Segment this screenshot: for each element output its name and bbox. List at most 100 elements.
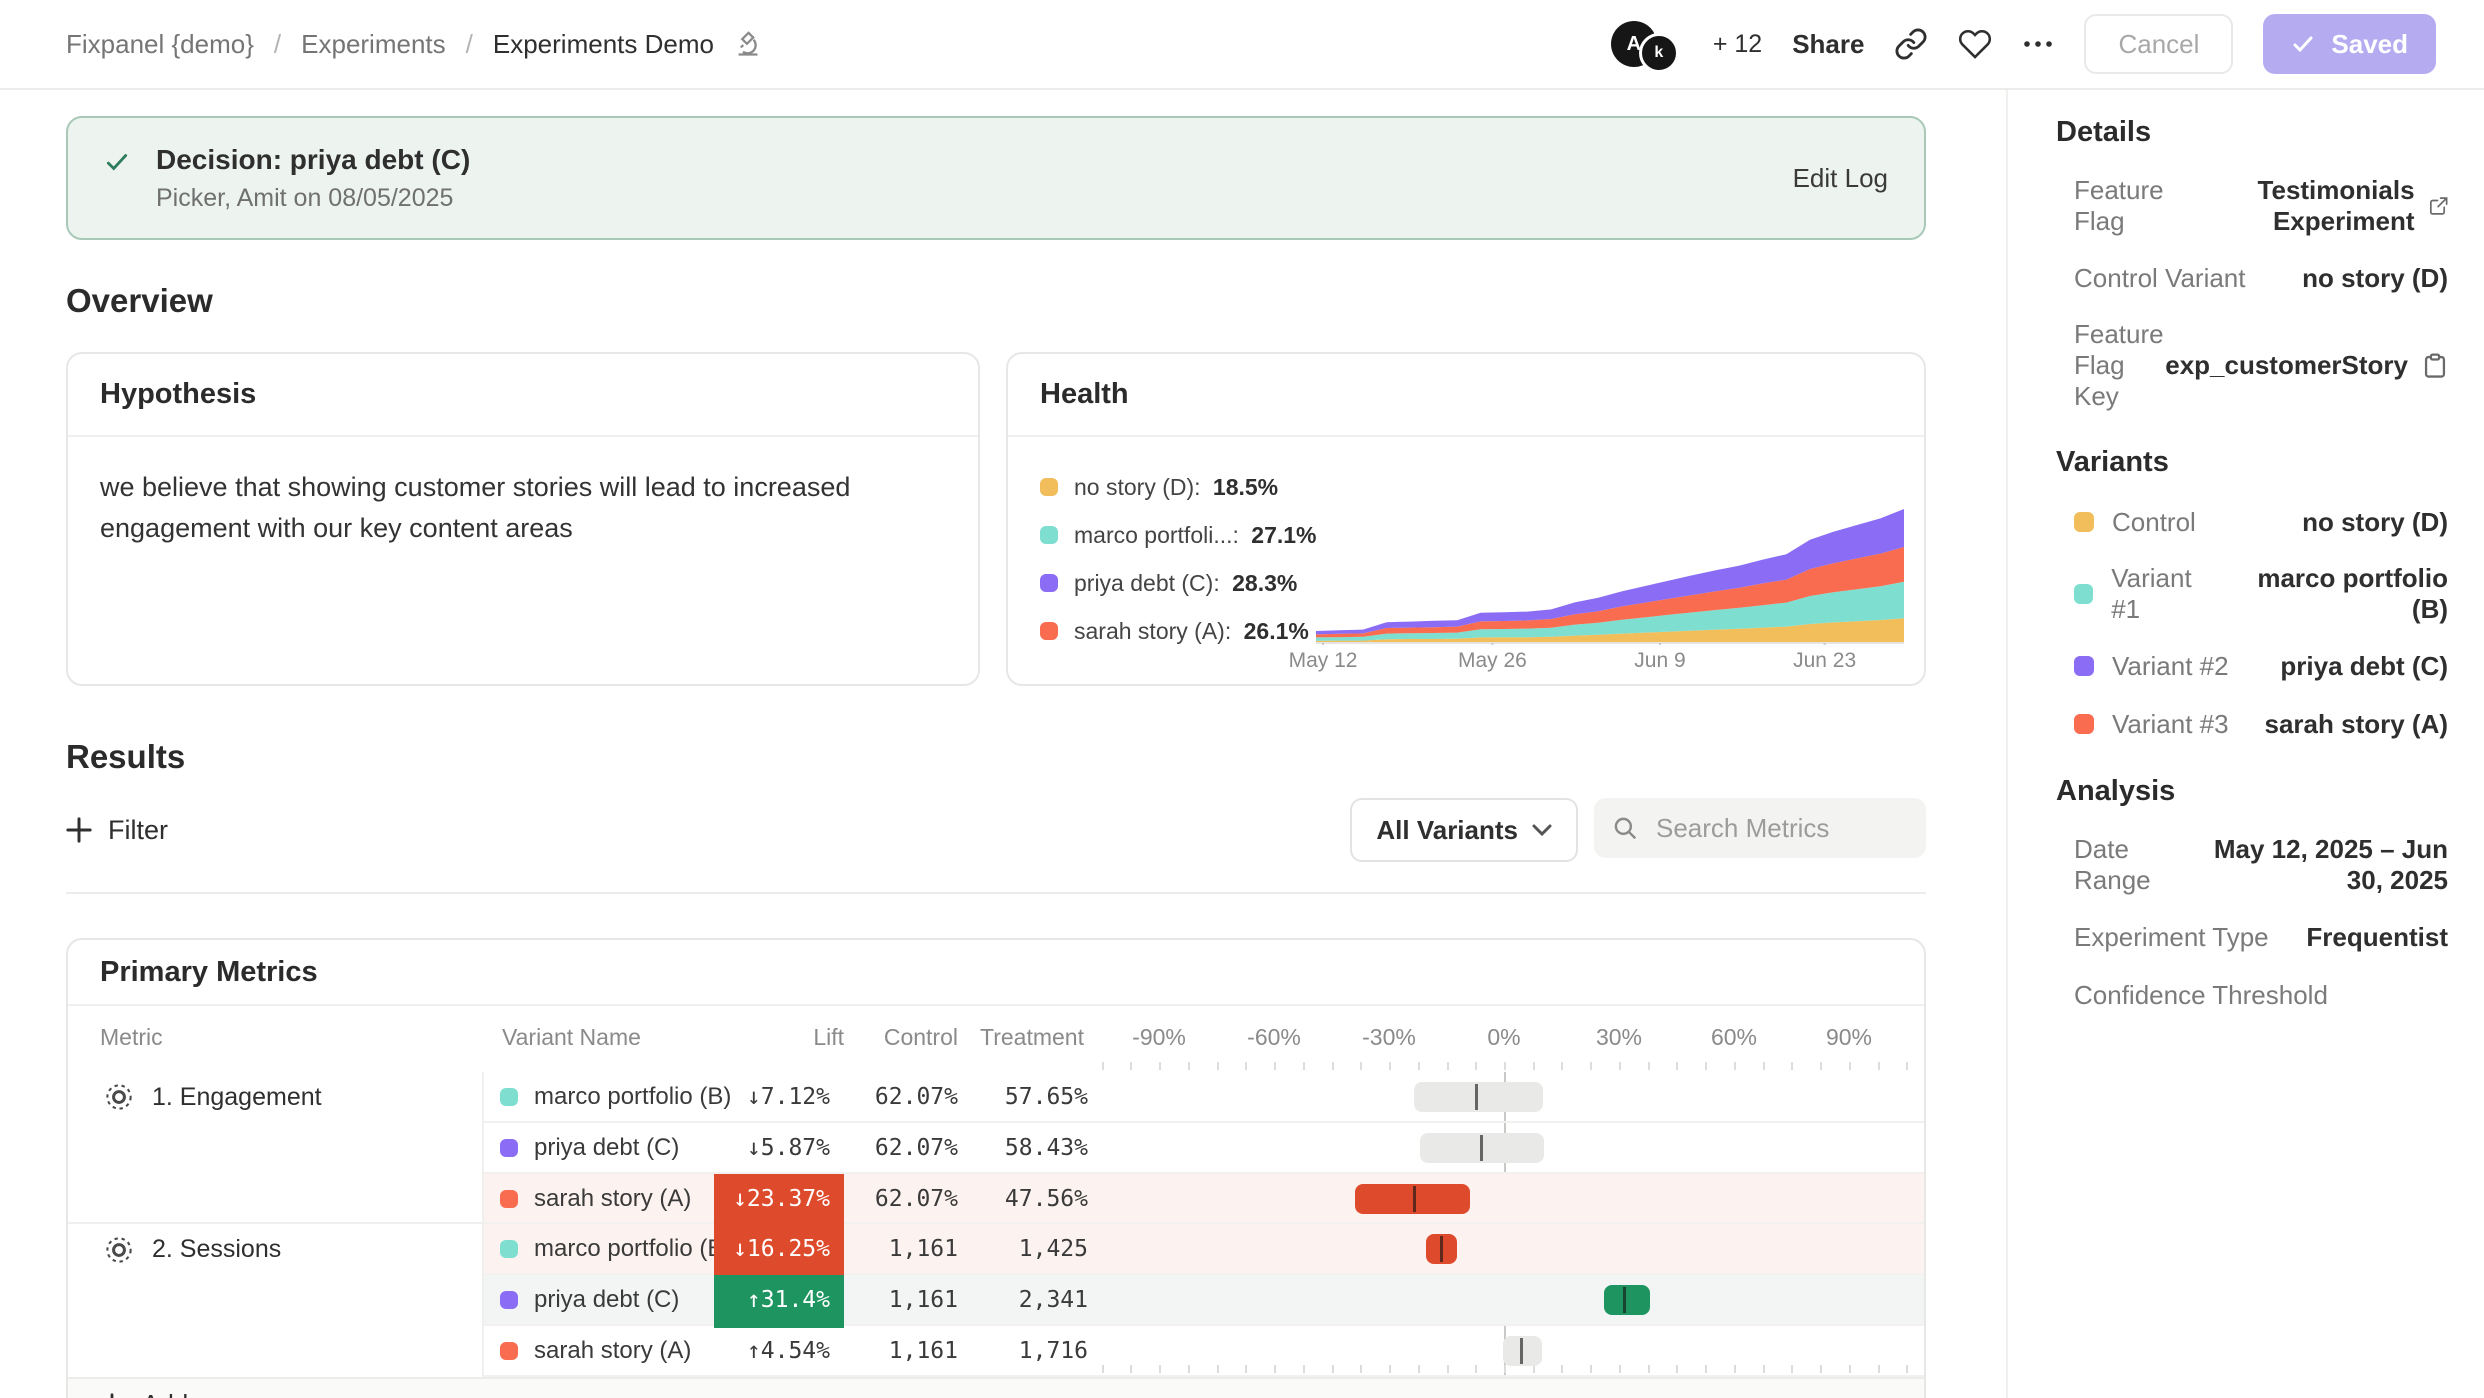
x-axis-label: Jun 23 <box>1793 649 1856 673</box>
more-options-icon[interactable] <box>2022 28 2054 60</box>
sidebar-row: Variant #1marco portfolio (B) <box>2074 563 2448 625</box>
breadcrumb-item-current: Experiments Demo <box>493 29 714 60</box>
sidebar-section-analysis: Analysis Date RangeMay 12, 2025 – Jun 30… <box>2056 775 2448 1012</box>
row-label: Date Range <box>2074 834 2182 896</box>
variant-chip <box>500 1291 518 1309</box>
breadcrumb-item-workspace[interactable]: Fixpanel {demo} <box>66 29 254 60</box>
variant-chip <box>500 1190 518 1208</box>
primary-metrics-card: Primary Metrics Metric Variant Name Lift… <box>66 938 1926 1398</box>
variant-chip <box>2074 584 2093 604</box>
share-button[interactable]: Share <box>1792 29 1864 60</box>
row-label: Control Variant <box>2074 263 2246 294</box>
microscope-icon <box>734 30 762 58</box>
health-title: Health <box>1008 354 1924 437</box>
treatment-value: 1,425 <box>914 1224 1088 1275</box>
axis-ruler <box>68 1062 1924 1072</box>
ci-bar <box>1420 1133 1545 1163</box>
legend-item: priya debt (C): 28.3% <box>1040 559 1317 607</box>
ci-median <box>1480 1135 1483 1161</box>
x-axis-label: May 26 <box>1458 649 1527 673</box>
section-divider <box>66 892 1926 894</box>
saved-button[interactable]: Saved <box>2263 14 2436 74</box>
sidebar-heading: Details <box>2056 116 2448 149</box>
add-metric-button[interactable]: Add <box>68 1377 1924 1398</box>
legend-item: sarah story (A): 26.1% <box>1040 607 1317 655</box>
variant-name: marco portfolio (B) <box>534 1083 731 1111</box>
avatar: k <box>1639 33 1679 73</box>
variant-chip <box>2074 656 2094 676</box>
x-axis-label: May 12 <box>1289 649 1358 673</box>
avatar-stack[interactable]: A k <box>1611 15 1679 73</box>
details-sidebar: Details Feature FlagTestimonials Experim… <box>2006 90 2484 1398</box>
table-row[interactable]: priya debt (C)↑31.4%1,1612,341 <box>68 1275 1924 1326</box>
lift-cell: ↓23.37% <box>714 1174 844 1227</box>
external-link-icon[interactable] <box>2429 193 2448 219</box>
copy-link-icon[interactable] <box>1894 27 1928 61</box>
row-label: Experiment Type <box>2074 922 2269 953</box>
row-content: priya debt (C)↓5.87%62.07%58.43% <box>484 1123 1924 1174</box>
legend-label: marco portfoli...: 27.1% <box>1074 522 1317 549</box>
table-row[interactable]: sarah story (A)↓23.37%62.07%47.56% <box>68 1174 1924 1225</box>
variant-chip <box>500 1139 518 1157</box>
ci-median <box>1623 1287 1626 1313</box>
results-heading: Results <box>66 738 1926 776</box>
cancel-button[interactable]: Cancel <box>2084 14 2233 74</box>
edit-log-button[interactable]: Edit Log <box>1793 163 1888 194</box>
axis-label: 90% <box>1826 1024 1872 1051</box>
ci-median <box>1413 1186 1416 1212</box>
main-content: Decision: priya debt (C) Picker, Amit on… <box>0 90 2006 1398</box>
ci-bar <box>1414 1082 1543 1112</box>
legend-item: marco portfoli...: 27.1% <box>1040 511 1317 559</box>
table-row[interactable]: priya debt (C)↓5.87%62.07%58.43% <box>68 1123 1924 1174</box>
sidebar-row: Date RangeMay 12, 2025 – Jun 30, 2025 <box>2074 834 2448 896</box>
row-content: priya debt (C)↑31.4%1,1612,341 <box>484 1275 1924 1326</box>
table-row[interactable]: 1. Engagementmarco portfolio (B)↓7.12%62… <box>68 1072 1924 1123</box>
row-value: marco portfolio (B) <box>2223 563 2448 625</box>
favorite-icon[interactable] <box>1958 27 1992 61</box>
sidebar-heading: Analysis <box>2056 775 2448 808</box>
sidebar-row: Variant #3sarah story (A) <box>2074 707 2448 741</box>
column-header-row: Metric Variant Name Lift Control Treatme… <box>68 1006 1924 1072</box>
metric-cell: 1. Engagement <box>68 1072 484 1123</box>
breadcrumb-separator: / <box>466 29 473 60</box>
breadcrumb-item-experiments[interactable]: Experiments <box>301 29 446 60</box>
variant-name: marco portfolio (B) <box>534 1235 731 1263</box>
row-value: exp_customerStory <box>2165 350 2448 381</box>
health-x-axis: May 12May 26Jun 9Jun 23 <box>1316 649 1904 677</box>
hypothesis-card: Hypothesis we believe that showing custo… <box>66 352 980 686</box>
ci-bar <box>1355 1184 1470 1214</box>
breadcrumb-separator: / <box>274 29 281 60</box>
lift-cell: ↓16.25% <box>714 1224 844 1277</box>
legend-label: sarah story (A): 26.1% <box>1074 618 1309 645</box>
health-legend: no story (D): 18.5% marco portfoli...: 27… <box>1040 463 1317 655</box>
variant-chip <box>2074 714 2094 734</box>
legend-label: no story (D): 18.5% <box>1074 474 1278 501</box>
row-content: marco portfolio (B)↓7.12%62.07%57.65% <box>484 1072 1924 1123</box>
clipboard-icon[interactable] <box>2422 353 2448 379</box>
variant-chip <box>2074 512 2094 532</box>
table-row[interactable]: 2. Sessionsmarco portfolio (B)↓16.25%1,1… <box>68 1224 1924 1275</box>
ci-bar <box>1604 1285 1650 1315</box>
row-label: Feature Flag <box>2074 175 2186 237</box>
decision-title: Decision: priya debt (C) <box>156 144 470 176</box>
row-label: Variant #1 <box>2111 563 2223 625</box>
variant-chip <box>500 1088 518 1106</box>
row-content: sarah story (A)↓23.37%62.07%47.56% <box>484 1174 1924 1225</box>
health-card: Health no story (D): 18.5% marco portfoli… <box>1006 352 1926 686</box>
metric-cell: 2. Sessions <box>68 1224 484 1275</box>
row-label: Variant #3 <box>2112 709 2229 740</box>
variants-dropdown[interactable]: All Variants <box>1350 798 1578 862</box>
filter-button[interactable]: Filter <box>66 815 168 846</box>
variant-name: priya debt (C) <box>534 1134 679 1162</box>
row-value: Testimonials Experiment <box>2186 175 2448 237</box>
treatment-value: 47.56% <box>914 1174 1088 1225</box>
row-content: marco portfolio (B)↓16.25%1,1611,425 <box>484 1224 1924 1275</box>
ci-median <box>1475 1084 1478 1110</box>
hypothesis-title: Hypothesis <box>68 354 978 437</box>
row-label: Variant #2 <box>2112 651 2229 682</box>
primary-metrics-title: Primary Metrics <box>68 940 1924 1006</box>
sidebar-section-details: Details Feature FlagTestimonials Experim… <box>2056 116 2448 412</box>
metrics-search-input[interactable] <box>1652 811 1900 846</box>
ci-median <box>1520 1338 1523 1364</box>
row-value: no story (D) <box>2302 263 2448 294</box>
